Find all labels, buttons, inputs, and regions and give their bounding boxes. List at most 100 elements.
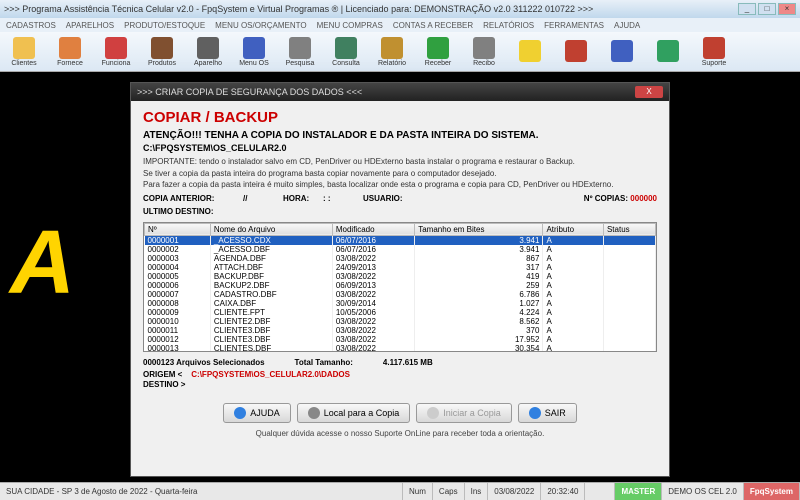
status-brand: FpqSystem — [744, 483, 800, 500]
column-header[interactable]: Status — [603, 223, 655, 235]
backup-dialog: >>> CRIAR COPIA DE SEGURANÇA DOS DADOS <… — [130, 82, 670, 477]
total-label: Total Tamanho: — [295, 358, 353, 367]
copies-count: 000000 — [630, 194, 657, 203]
note-2: Se tiver a copia da pasta inteira do pro… — [143, 169, 657, 179]
origin-row: ORIGEM < C:\FPQSYSTEM\OS_CELULAR2.0\DADO… — [143, 370, 657, 379]
menu-item[interactable]: CONTAS A RECEBER — [393, 21, 473, 30]
table-row[interactable]: 0000006BACKUP2.DBF06/09/2013259A — [145, 281, 656, 290]
table-row[interactable]: 0000013CLIENTES.DBF03/08/202230.354A — [145, 344, 656, 352]
exit-icon — [529, 407, 541, 419]
file-count: 0000123 Arquivos Selecionados — [143, 358, 265, 367]
summary-row: 0000123 Arquivos Selecionados Total Tama… — [143, 358, 657, 367]
table-row[interactable]: 0000012CLIENTE3.DBF03/08/202217.952A — [145, 335, 656, 344]
table-row[interactable]: 0000009CLIENTE.FPT10/05/20064.224A — [145, 308, 656, 317]
background-logo: A — [10, 212, 67, 315]
toolbar-icon — [657, 40, 679, 62]
toolbar-button[interactable]: Pesquisa — [280, 34, 320, 69]
toolbar-icon — [243, 37, 265, 59]
minimize-button[interactable]: _ — [738, 3, 756, 15]
dialog-heading: COPIAR / BACKUP — [143, 109, 657, 126]
note-3: Para fazer a copia da pasta inteira é mu… — [143, 180, 657, 190]
destination-row: DESTINO > — [143, 380, 657, 389]
toolbar-button[interactable] — [510, 34, 550, 69]
column-header[interactable]: Atributo — [543, 223, 604, 235]
column-header[interactable]: Tamanho em Bites — [415, 223, 543, 235]
toolbar-icon — [473, 37, 495, 59]
dialog-titlebar: >>> CRIAR COPIA DE SEGURANÇA DOS DADOS <… — [131, 83, 669, 101]
toolbar-icon — [703, 37, 725, 59]
toolbar-button[interactable] — [648, 34, 688, 69]
status-master: MASTER — [615, 483, 662, 500]
status-demo: DEMO OS CEL 2.0 — [662, 483, 744, 500]
table-row[interactable]: 0000001_ACESSO.CDX06/07/20163.941A — [145, 235, 656, 245]
origin-path: C:\FPQSYSTEM\OS_CELULAR2.0\DADOS — [191, 370, 350, 379]
column-header[interactable]: Modificado — [332, 223, 414, 235]
menu-item[interactable]: FERRAMENTAS — [544, 21, 604, 30]
start-copy-button[interactable]: Iniciar a Copia — [416, 403, 512, 423]
toolbar-button[interactable]: Recibo — [464, 34, 504, 69]
toolbar-button[interactable]: Receber — [418, 34, 458, 69]
toolbar-button[interactable]: Fornece — [50, 34, 90, 69]
window-title: >>> Programa Assistência Técnica Celular… — [4, 4, 738, 14]
toolbar-button[interactable] — [602, 34, 642, 69]
toolbar-button[interactable]: Menu OS — [234, 34, 274, 69]
toolbar-icon — [197, 37, 219, 59]
dialog-warning: ATENÇÃO!!! TENHA A COPIA DO INSTALADOR E… — [143, 130, 657, 141]
total-size: 4.117.615 MB — [383, 358, 433, 367]
toolbar-icon — [427, 37, 449, 59]
window-titlebar: >>> Programa Assistência Técnica Celular… — [0, 0, 800, 18]
table-row[interactable]: 0000005BACKUP.DBF03/08/2022419A — [145, 272, 656, 281]
toolbar-button[interactable]: Relatório — [372, 34, 412, 69]
table-row[interactable]: 0000004ATTACH.DBF24/09/2013317A — [145, 263, 656, 272]
menu-item[interactable]: CADASTROS — [6, 21, 56, 30]
toolbar-button[interactable] — [556, 34, 596, 69]
column-header[interactable]: Nome do Arquivo — [210, 223, 332, 235]
status-time: 20:32:40 — [541, 483, 585, 500]
dialog-close-button[interactable]: X — [635, 86, 663, 98]
menu-item[interactable]: APARELHOS — [66, 21, 114, 30]
info-row-2: ULTIMO DESTINO: — [143, 207, 657, 216]
help-button[interactable]: AJUDA — [223, 403, 291, 423]
maximize-button[interactable]: □ — [758, 3, 776, 15]
search-icon — [308, 407, 320, 419]
status-location: SUA CIDADE - SP 3 de Agosto de 2022 - Qu… — [0, 483, 403, 500]
table-row[interactable]: 0000008CAIXA.DBF30/09/20141.027A — [145, 299, 656, 308]
table-row[interactable]: 0000007CADASTRO.DBF03/08/20226.786A — [145, 290, 656, 299]
menu-item[interactable]: MENU OS/ORÇAMENTO — [215, 21, 306, 30]
toolbar-icon — [13, 37, 35, 59]
table-row[interactable]: 0000010CLIENTE2.DBF03/08/20228.562A — [145, 317, 656, 326]
toolbar-icon — [381, 37, 403, 59]
table-row[interactable]: 0000002_ACESSO.DBF06/07/20163.941A — [145, 245, 656, 254]
table-row[interactable]: 0000003AGENDA.DBF03/08/2022867A — [145, 254, 656, 263]
toolbar-icon — [519, 40, 541, 62]
note-1: IMPORTANTE: tendo o instalador salvo em … — [143, 157, 657, 167]
table-row[interactable]: 0000011CLIENTE3.DBF03/08/2022370A — [145, 326, 656, 335]
menu-item[interactable]: AJUDA — [614, 21, 640, 30]
choose-location-button[interactable]: Local para a Copia — [297, 403, 411, 423]
status-caps: Caps — [433, 483, 465, 500]
status-bar: SUA CIDADE - SP 3 de Agosto de 2022 - Qu… — [0, 482, 800, 500]
toolbar-button[interactable]: Consulta — [326, 34, 366, 69]
toolbar-icon — [289, 37, 311, 59]
menu-item[interactable]: PRODUTO/ESTOQUE — [124, 21, 205, 30]
menu-item[interactable]: MENU COMPRAS — [317, 21, 383, 30]
toolbar-button[interactable]: Produtos — [142, 34, 182, 69]
dialog-title: >>> CRIAR COPIA DE SEGURANÇA DOS DADOS <… — [137, 87, 635, 97]
toolbar-button[interactable]: Funciona — [96, 34, 136, 69]
toolbar-button[interactable]: Aparelho — [188, 34, 228, 69]
toolbar-icon — [151, 37, 173, 59]
menu-item[interactable]: RELATÓRIOS — [483, 21, 534, 30]
toolbar-icon — [335, 37, 357, 59]
column-header[interactable]: Nº — [145, 223, 211, 235]
exit-button[interactable]: SAIR — [518, 403, 577, 423]
files-table[interactable]: NºNome do ArquivoModificadoTamanho em Bi… — [143, 222, 657, 352]
menu-bar: CADASTROS APARELHOS PRODUTO/ESTOQUE MENU OS… — [0, 18, 800, 32]
info-row-1: COPIA ANTERIOR: // HORA: : : USUARIO: Nº… — [143, 194, 657, 203]
toolbar-icon — [105, 37, 127, 59]
status-num: Num — [403, 483, 433, 500]
toolbar-icon — [565, 40, 587, 62]
toolbar-button[interactable]: Suporte — [694, 34, 734, 69]
close-button[interactable]: × — [778, 3, 796, 15]
toolbar-button[interactable]: Clientes — [4, 34, 44, 69]
toolbar-icon — [59, 37, 81, 59]
